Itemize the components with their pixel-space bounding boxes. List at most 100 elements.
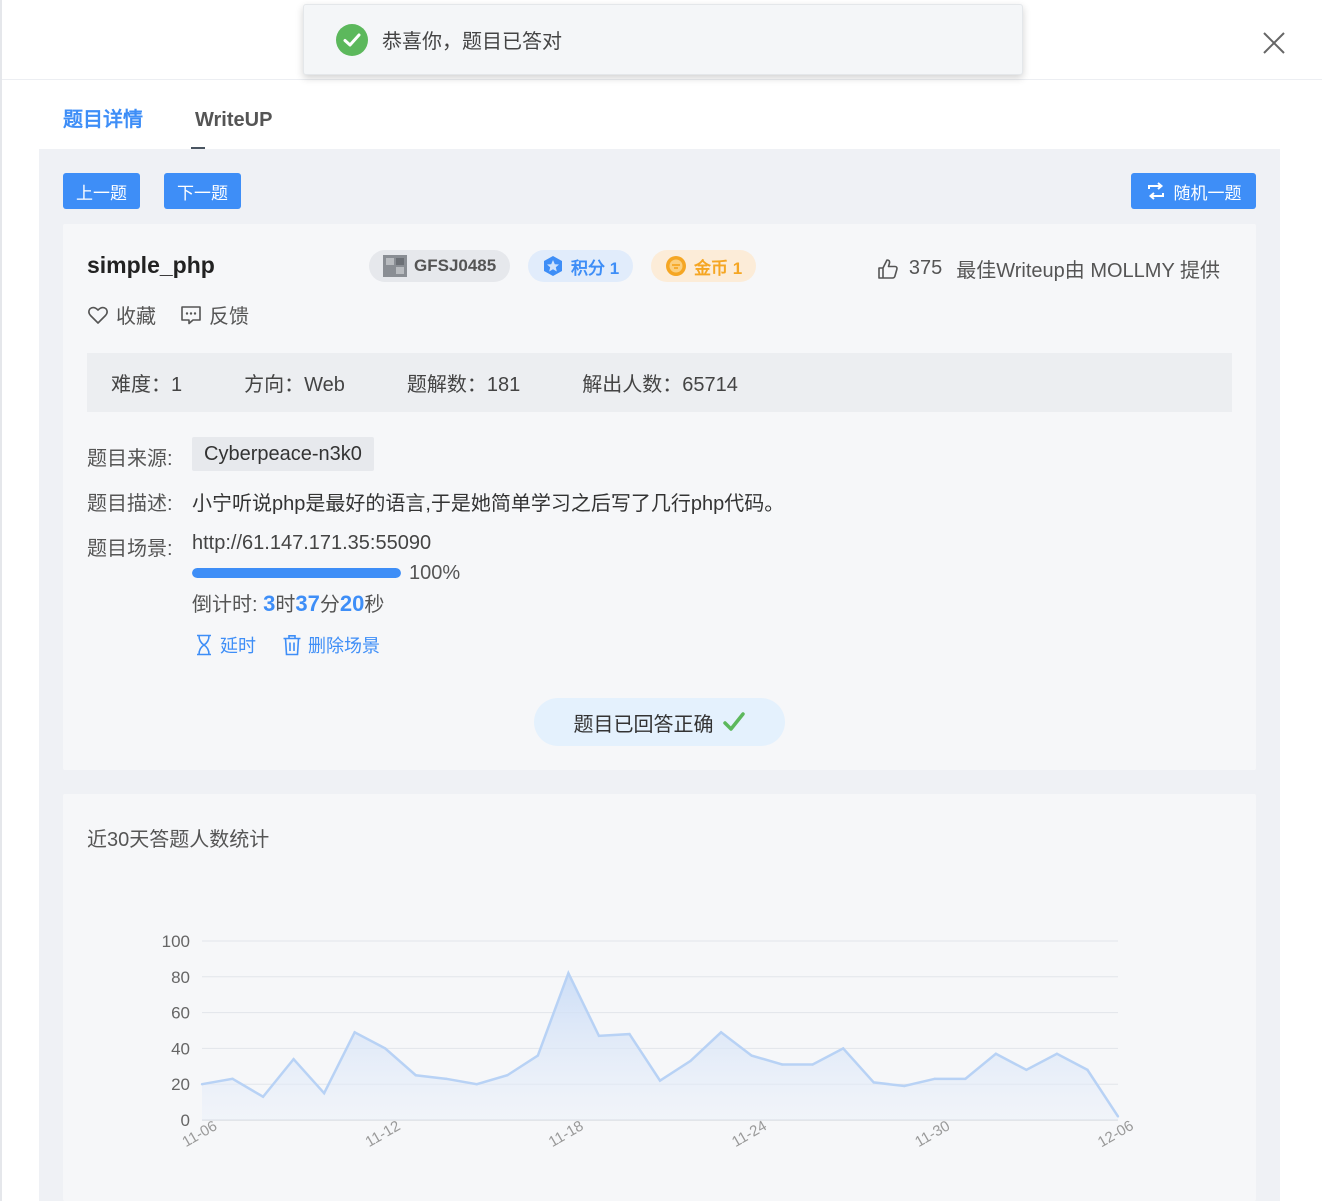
data-point	[536, 1054, 540, 1057]
data-point	[872, 1081, 875, 1084]
checkmark-icon	[722, 712, 745, 731]
data-point	[903, 1084, 906, 1088]
next-button[interactable]: 下一题	[164, 173, 241, 209]
data-point	[506, 1074, 509, 1077]
data-point	[628, 1032, 631, 1036]
series-area	[202, 973, 1118, 1120]
feedback-label: 反馈	[209, 306, 249, 328]
close-icon[interactable]	[1260, 29, 1288, 57]
challenge-id-badge: GFSJ0485	[369, 250, 511, 282]
random-button[interactable]: 随机一题	[1131, 173, 1256, 209]
challenge-avatar-icon	[383, 255, 407, 277]
success-toast: 恭喜你，题目已答对	[303, 4, 1023, 75]
toast-message: 恭喜你，题目已答对	[382, 31, 562, 53]
data-point	[658, 1079, 662, 1082]
hourglass-icon	[197, 634, 211, 656]
data-point	[322, 1091, 326, 1095]
like-area: 375 最佳Writeup由 MOLLMY 提供	[877, 254, 1220, 283]
data-point	[842, 1047, 845, 1050]
y-tick-label: 0	[181, 1111, 190, 1130]
extend-label: 延时	[220, 636, 256, 656]
score-text: 积分 1	[571, 258, 620, 278]
data-point	[964, 1077, 967, 1081]
data-point	[780, 1063, 784, 1066]
best-writeup-text: 最佳Writeup由 MOLLMY 提供	[956, 260, 1220, 282]
data-point	[414, 1074, 417, 1077]
score-badge: 积分 1	[528, 250, 634, 282]
x-tick-label: 11-30	[912, 1117, 953, 1150]
data-point	[353, 1031, 356, 1034]
data-point	[1116, 1115, 1120, 1118]
delete-scene-button[interactable]: 删除场景	[282, 632, 380, 658]
thumbs-up-icon[interactable]	[877, 258, 899, 280]
coin-badge: 金币 1	[651, 250, 757, 282]
extend-button[interactable]: 延时	[194, 632, 256, 658]
tab-details[interactable]: 题目详情	[39, 95, 171, 152]
answered-text: 题目已回答正确	[573, 713, 714, 736]
tab-writeup[interactable]: WriteUP	[171, 95, 272, 152]
data-point	[994, 1052, 998, 1055]
data-point	[445, 1077, 448, 1081]
data-point	[719, 1031, 723, 1034]
chart-card: 近30天答题人数统计 0 20 40 60 80 100 11-06 11-12 11-18 11…	[63, 794, 1256, 1201]
action-row: 收藏 反馈	[87, 300, 249, 329]
source-tag: Cyberpeace-n3k0	[192, 437, 374, 471]
answer-stats-chart: 02040608010011-06 11-12 11-18 11-24 11-30 12-…	[162, 932, 1137, 1151]
countdown-seconds: 20	[339, 591, 365, 616]
like-count: 375	[908, 257, 943, 279]
countdown: 倒计时: 3时37分20秒	[192, 588, 384, 617]
countdown-hours: 3	[263, 591, 276, 616]
challenge-title: simple_php	[87, 252, 215, 278]
prev-button[interactable]: 上一题	[63, 173, 140, 209]
challenge-card: simple_php GFSJ0485 积分 1 金币 1 375 最佳Writ…	[63, 224, 1256, 770]
heart-icon	[88, 306, 108, 324]
x-tick-label: 12-06	[1095, 1117, 1137, 1151]
scene-actions: 延时 删除场景	[194, 632, 380, 658]
coin-text: 金币 1	[694, 258, 743, 278]
y-tick-label: 40	[171, 1039, 190, 1058]
data-point	[475, 1083, 478, 1086]
minutes-unit: 分	[319, 594, 340, 616]
scene-label: 题目场景:	[87, 538, 173, 560]
y-tick-label: 80	[171, 968, 190, 987]
feedback-button[interactable]: 反馈	[180, 300, 249, 329]
description-label: 题目描述:	[87, 493, 173, 515]
tab-bar: 题目详情 WriteUP	[39, 95, 272, 152]
data-point	[933, 1077, 936, 1081]
stats-bar: 难度：1 方向：Web 题解数：181 解出人数：65714	[87, 353, 1232, 412]
direction-stat: 方向：Web	[244, 374, 345, 396]
star-medal-icon	[544, 256, 562, 276]
message-icon	[181, 305, 201, 324]
scene-progress-fill	[192, 568, 401, 578]
answered-status: 题目已回答正确	[534, 698, 785, 746]
y-tick-label: 60	[171, 1004, 190, 1023]
check-circle-icon	[336, 23, 368, 56]
data-point	[292, 1057, 295, 1061]
data-point	[1086, 1068, 1089, 1072]
content-panel: 上一题 下一题 随机一题 simple_php GFSJ0485 积分 1 金币…	[39, 149, 1280, 1201]
progress-percent: 100%	[409, 562, 461, 584]
data-point	[384, 1047, 387, 1050]
data-point	[231, 1077, 234, 1081]
data-point	[1025, 1068, 1028, 1072]
seconds-unit: 秒	[364, 594, 385, 616]
data-point	[750, 1054, 753, 1057]
shuffle-icon	[1147, 182, 1164, 200]
favorite-button[interactable]: 收藏	[87, 300, 156, 329]
countdown-label: 倒计时:	[192, 594, 264, 616]
data-point	[567, 972, 570, 975]
x-tick-label: 11-18	[546, 1117, 587, 1150]
solvers-stat: 解出人数：65714	[582, 374, 738, 396]
delete-scene-label: 删除场景	[308, 636, 380, 656]
data-point	[1055, 1052, 1059, 1055]
x-tick-label: 11-24	[729, 1117, 770, 1150]
scene-url[interactable]: http://61.147.171.35:55090	[192, 532, 431, 555]
trash-icon	[283, 635, 301, 656]
countdown-minutes: 37	[295, 591, 320, 616]
favorite-label: 收藏	[116, 306, 156, 328]
difficulty-stat: 难度：1	[111, 374, 183, 396]
y-tick-label: 20	[171, 1075, 190, 1094]
data-point	[811, 1063, 814, 1066]
random-label: 随机一题	[1173, 183, 1242, 203]
data-point	[597, 1034, 601, 1038]
